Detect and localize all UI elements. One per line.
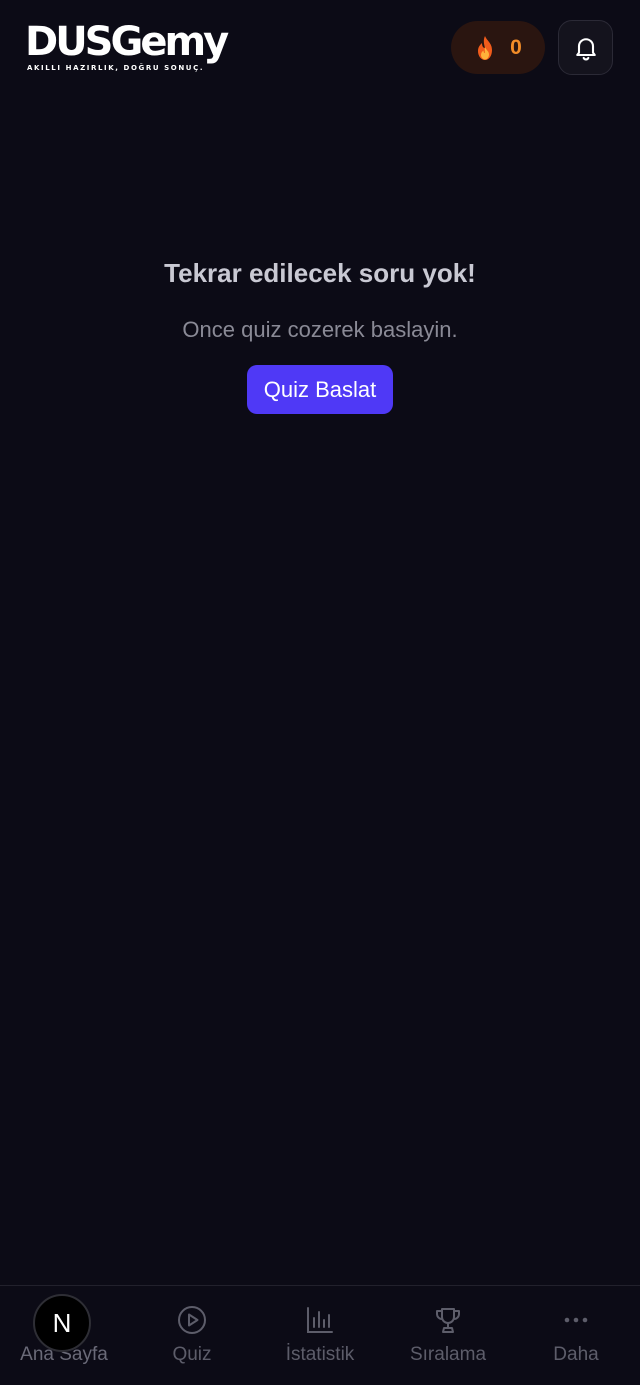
nav-item-label: İstatistik bbox=[285, 1344, 355, 1365]
more-dots-icon bbox=[564, 1317, 588, 1323]
nav-item-home[interactable]: Ana Sayfa N bbox=[0, 1286, 128, 1385]
notifications-button[interactable] bbox=[558, 20, 613, 75]
fire-icon bbox=[478, 35, 493, 60]
logo-tagline: AKILLI HAZIRLIK, DOĞRU SONUÇ. bbox=[27, 64, 205, 72]
nav-item-leaderboard[interactable]: Sıralama bbox=[384, 1286, 512, 1385]
trophy-icon bbox=[436, 1308, 460, 1333]
nav-item-quiz[interactable]: Quiz bbox=[128, 1286, 256, 1385]
app-screen: DUSGemy AKILLI HAZIRLIK, DOĞRU SONUÇ. 0 … bbox=[0, 0, 640, 1385]
bottom-navigation: Ana Sayfa N Quiz İstatistik Sıralama Dah… bbox=[0, 1285, 640, 1385]
app-logo[interactable]: DUSGemy AKILLI HAZIRLIK, DOĞRU SONUÇ. bbox=[25, 20, 255, 76]
n-overlay-badge[interactable]: N bbox=[33, 1294, 91, 1352]
start-quiz-button[interactable]: Quiz Baslat bbox=[246, 365, 394, 414]
nav-item-more[interactable]: Daha bbox=[512, 1286, 640, 1385]
empty-state: Tekrar edilecek soru yok! Once quiz coze… bbox=[0, 250, 640, 414]
bar-chart-icon bbox=[307, 1307, 333, 1333]
streak-badge[interactable]: 0 bbox=[451, 21, 545, 74]
logo-wordmark: DUSGemy bbox=[25, 19, 229, 65]
empty-state-title: Tekrar edilecek soru yok! bbox=[164, 258, 476, 288]
streak-count: 0 bbox=[510, 35, 522, 59]
nav-item-label: Quiz bbox=[172, 1344, 212, 1365]
nav-item-label: Daha bbox=[553, 1344, 599, 1365]
top-header: DUSGemy AKILLI HAZIRLIK, DOĞRU SONUÇ. 0 bbox=[0, 0, 640, 96]
nav-item-label: Sıralama bbox=[409, 1344, 487, 1365]
play-circle-icon bbox=[178, 1306, 206, 1334]
empty-state-subtitle: Once quiz cozerek baslayin. bbox=[182, 317, 458, 342]
bell-icon bbox=[575, 37, 596, 60]
nav-item-statistics[interactable]: İstatistik bbox=[256, 1286, 384, 1385]
